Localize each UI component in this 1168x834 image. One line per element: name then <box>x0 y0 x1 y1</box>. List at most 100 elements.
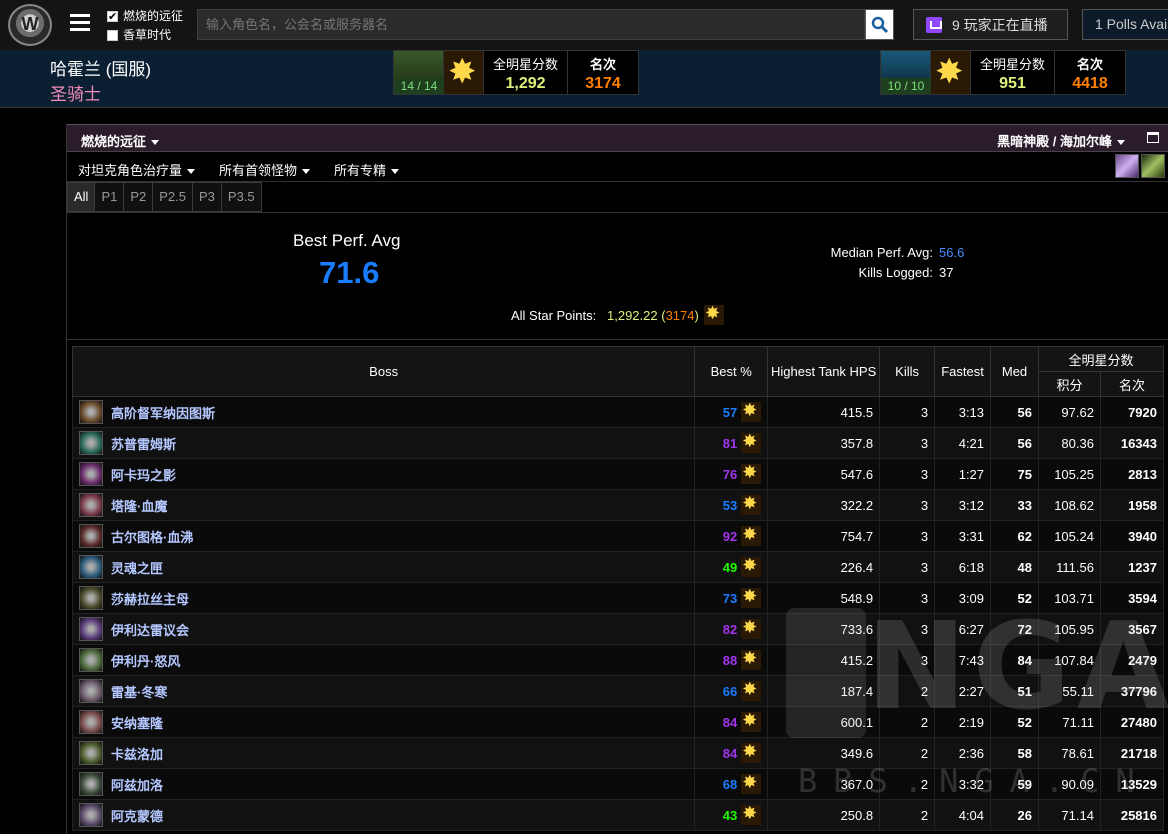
rank-label: 名次 <box>589 57 616 72</box>
best-percent[interactable]: 84 <box>723 746 737 761</box>
col-best[interactable]: Best % <box>694 346 769 397</box>
best-percent[interactable]: 82 <box>723 622 737 637</box>
table-row[interactable]: 阿卡玛之影 76 547.631:2775105.252813 <box>71 458 1165 490</box>
menu-icon[interactable] <box>70 14 90 32</box>
allstar-summary-2[interactable]: 10 / 10 全明星分数 951 名次 4418 <box>880 50 1126 95</box>
hps-cell: 250.8 <box>767 799 881 831</box>
rank-cell: 1958 <box>1099 489 1165 521</box>
boss-name-link[interactable]: 卡兹洛加 <box>111 744 163 763</box>
col-fastest[interactable]: Fastest <box>934 346 992 397</box>
star-icon <box>741 648 762 670</box>
twitch-streams-button[interactable]: 9 玩家正在直播 <box>913 9 1068 40</box>
star-icon <box>741 772 762 794</box>
table-row[interactable]: 卡兹洛加 84 349.622:365878.6121718 <box>71 737 1165 769</box>
best-percent[interactable]: 66 <box>723 684 737 699</box>
spec-dropdown[interactable]: 所有专精 <box>334 160 400 179</box>
boss-name-link[interactable]: 阿兹加洛 <box>111 775 163 794</box>
boss-name-link[interactable]: 阿卡玛之影 <box>111 465 176 484</box>
polls-button[interactable]: 1 Polls Available <box>1082 9 1168 40</box>
boss-dropdown[interactable]: 所有首领怪物 <box>219 160 311 179</box>
table-row[interactable]: 莎赫拉丝主母 73 548.933:0952103.713594 <box>71 582 1165 614</box>
best-percent[interactable]: 76 <box>723 467 737 482</box>
boss-name-link[interactable]: 雷基·冬寒 <box>111 682 167 701</box>
checkbox-tbc[interactable] <box>107 8 118 27</box>
boss-icon <box>79 617 103 641</box>
boss-name-link[interactable]: 塔隆·血魔 <box>111 496 167 515</box>
best-percent[interactable]: 92 <box>723 529 737 544</box>
tab-all[interactable]: All <box>67 182 96 212</box>
expansion-option-tbc[interactable]: 燃烧的远征 <box>107 7 183 27</box>
checkbox-vanilla[interactable] <box>107 30 118 41</box>
table-row[interactable]: 雷基·冬寒 66 187.422:275155.1137796 <box>71 675 1165 707</box>
kills-cell: 3 <box>879 458 936 490</box>
boss-name-link[interactable]: 伊利达雷议会 <box>111 620 189 639</box>
best-percent[interactable]: 43 <box>723 808 737 823</box>
boss-name-link[interactable]: 莎赫拉丝主母 <box>111 589 189 608</box>
key-icon[interactable] <box>1141 154 1165 178</box>
rankings-panel: 燃烧的远征 黑暗神殿 / 海加尔峰 对坦克角色治疗量 所有首领怪物 所有专精 A… <box>66 124 1168 834</box>
table-row[interactable]: 高阶督军纳因图斯 57 415.533:135697.627920 <box>71 396 1165 428</box>
best-percent[interactable]: 81 <box>723 436 737 451</box>
best-percent[interactable]: 84 <box>723 715 737 730</box>
tab-p3-5[interactable]: P3.5 <box>221 182 262 212</box>
star-icon <box>741 555 762 577</box>
chevron-down-icon <box>302 169 311 175</box>
col-points[interactable]: 积分 <box>1038 371 1101 397</box>
expansion-option-vanilla[interactable]: 香草时代 <box>107 26 183 45</box>
col-rank[interactable]: 名次 <box>1099 371 1165 397</box>
search-input[interactable] <box>197 9 865 40</box>
best-percent[interactable]: 68 <box>723 777 737 792</box>
tab-p1[interactable]: P1 <box>95 182 125 212</box>
boss-name-link[interactable]: 苏普雷姆斯 <box>111 434 176 453</box>
col-hps[interactable]: Highest Tank HPS <box>767 346 881 397</box>
table-row[interactable]: 灵魂之匣 49 226.436:1848111.561237 <box>71 551 1165 583</box>
rank-cell: 3940 <box>1099 520 1165 552</box>
med-cell: 33 <box>990 489 1039 521</box>
boss-name-link[interactable]: 高阶督军纳因图斯 <box>111 403 215 422</box>
zone-dropdown[interactable]: 燃烧的远征 <box>81 131 160 150</box>
allstar-summary-tbc[interactable]: 14 / 14 全明星分数 1,292 名次 3174 <box>393 50 639 95</box>
allstar-points: 1,292 <box>505 75 546 92</box>
holy-spec-icon[interactable] <box>1115 154 1139 178</box>
best-percent[interactable]: 57 <box>723 405 737 420</box>
boss-cell: 阿克蒙德 <box>71 799 696 831</box>
table-row[interactable]: 塔隆·血魔 53 322.233:1233108.621958 <box>71 489 1165 521</box>
best-percent[interactable]: 53 <box>723 498 737 513</box>
table-row[interactable]: 伊利达雷议会 82 733.636:2772105.953567 <box>71 613 1165 645</box>
site-logo[interactable] <box>8 4 52 46</box>
best-cell: 53 <box>694 489 769 521</box>
best-perf-value: 71.6 <box>319 255 380 290</box>
tab-p2[interactable]: P2 <box>124 182 154 212</box>
boss-name-link[interactable]: 伊利丹·怒风 <box>111 651 180 670</box>
boss-name-link[interactable]: 阿克蒙德 <box>111 806 163 825</box>
boss-name-link[interactable]: 古尔图格·血沸 <box>111 527 193 546</box>
table-row[interactable]: 古尔图格·血沸 92 754.733:3162105.243940 <box>71 520 1165 552</box>
metric-label: 对坦克角色治疗量 <box>78 163 183 178</box>
table-row[interactable]: 阿兹加洛 68 367.023:325990.0913529 <box>71 768 1165 800</box>
med-cell: 58 <box>990 737 1039 769</box>
kills-cell: 3 <box>879 489 936 521</box>
med-cell: 56 <box>990 396 1039 428</box>
tab-p3[interactable]: P3 <box>193 182 222 212</box>
best-percent[interactable]: 49 <box>723 560 737 575</box>
col-med[interactable]: Med <box>990 346 1039 397</box>
metric-dropdown[interactable]: 对坦克角色治疗量 <box>78 160 196 179</box>
table-row[interactable]: 阿克蒙德 43 250.824:042671.1425816 <box>71 799 1165 831</box>
best-cell: 68 <box>694 768 769 800</box>
boss-name-link[interactable]: 灵魂之匣 <box>111 558 163 577</box>
search-button[interactable] <box>865 9 894 40</box>
tab-p2-5[interactable]: P2.5 <box>153 182 194 212</box>
table-row[interactable]: 苏普雷姆斯 81 357.834:215680.3616343 <box>71 427 1165 459</box>
server-dropdown[interactable]: 黑暗神殿 / 海加尔峰 <box>997 131 1125 150</box>
table-row[interactable]: 安纳塞隆 84 600.122:195271.1127480 <box>71 706 1165 738</box>
star-icon <box>444 51 484 94</box>
table-row[interactable]: 伊利丹·怒风 88 415.237:4384107.842479 <box>71 644 1165 676</box>
best-percent[interactable]: 88 <box>723 653 737 668</box>
hps-cell: 415.5 <box>767 396 881 428</box>
best-percent[interactable]: 73 <box>723 591 737 606</box>
maximize-icon[interactable] <box>1147 132 1159 143</box>
median-perf-label: Median Perf. Avg: <box>830 245 933 260</box>
boss-name-link[interactable]: 安纳塞隆 <box>111 713 163 732</box>
col-kills[interactable]: Kills <box>879 346 936 397</box>
col-boss[interactable]: Boss <box>71 346 696 397</box>
